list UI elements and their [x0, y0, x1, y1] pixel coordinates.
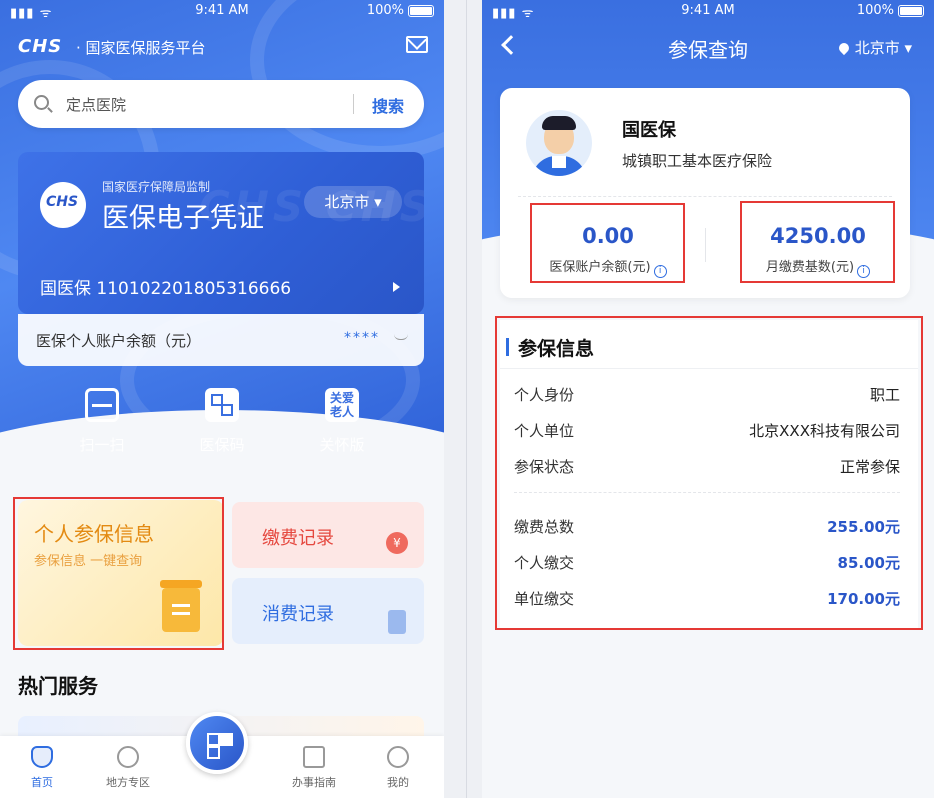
tab-label: 首页	[31, 776, 53, 789]
card-supervisor: 国家医疗保障局监制	[102, 180, 211, 194]
card-arrow-icon[interactable]	[393, 282, 400, 292]
location-selector[interactable]: 北京市 ▾	[836, 37, 912, 58]
location-icon	[117, 746, 139, 768]
account-balance-row: 医保个人账户余额（元） ****	[18, 314, 424, 366]
tab-guide[interactable]: 办事指南	[274, 746, 354, 790]
battery-percent: 100%	[366, 3, 404, 18]
qrcode-icon	[205, 388, 239, 422]
receipt-icon	[388, 610, 406, 634]
battery-percent: 100%	[856, 3, 894, 18]
highlight-box	[740, 201, 895, 283]
document-icon	[303, 746, 325, 768]
highlight-box	[13, 497, 224, 650]
payment-record-tile[interactable]: 缴费记录 ¥	[232, 502, 424, 568]
highlight-box	[530, 203, 685, 283]
tile-title: 缴费记录	[262, 528, 334, 549]
app-header: CHS · 国家医保服务平台	[18, 34, 428, 60]
insurance-query-screen: ▮▮▮ ᯤ 9:41 AM 100% 参保查询 北京市 ▾ 国医保 城镇职工基本…	[482, 0, 934, 798]
city-selector[interactable]: 北京市 ▾	[304, 186, 402, 218]
search-icon	[34, 95, 49, 110]
home-shield-icon	[31, 746, 53, 768]
insurance-type: 城镇职工基本医疗保险	[622, 152, 773, 170]
highlight-box	[495, 316, 923, 630]
platform-title: · 国家医保服务平台	[76, 39, 206, 57]
care-icon: 关爱 老人	[325, 388, 359, 422]
eye-closed-icon[interactable]	[394, 334, 408, 340]
balance-label: 医保个人账户余额（元）	[36, 332, 202, 350]
battery-indicator: 100%	[857, 3, 924, 18]
card-title: 医保电子凭证	[102, 203, 264, 234]
tab-mine[interactable]: 我的	[358, 746, 438, 790]
home-screen: ▮▮▮ ᯤ 9:41 AM 100% CHS · 国家医保服务平台 定点医院 搜…	[0, 0, 444, 798]
card-holder-id: 国医保 110102201805316666	[40, 279, 292, 299]
quick-action-care[interactable]: 关爱 老人 关怀版	[302, 388, 382, 455]
battery-indicator: 100%	[367, 3, 434, 18]
hot-services-heading: 热门服务	[18, 674, 98, 698]
search-input[interactable]: 定点医院	[66, 94, 126, 115]
quick-action-qrcode[interactable]: 医保码	[182, 388, 262, 455]
bottom-tab-bar: 首页 地方专区 办事指南 我的	[0, 712, 444, 798]
profile-name: 国医保	[622, 120, 676, 141]
quick-action-scan[interactable]: 扫一扫	[62, 388, 142, 455]
location-label: 北京市 ▾	[854, 39, 912, 57]
status-bar: ▮▮▮ ᯤ 9:41 AM 100%	[0, 0, 444, 22]
insurance-voucher-card[interactable]: CHS CHS CHS 国家医疗保障局监制 医保电子凭证 北京市 ▾ 国医保 1…	[18, 152, 424, 314]
badge-text: CHS	[46, 194, 79, 210]
chs-logo: CHS	[18, 36, 63, 57]
tab-home[interactable]: 首页	[2, 746, 82, 790]
quick-action-label: 扫一扫	[79, 436, 125, 454]
tab-local[interactable]: 地方专区	[88, 746, 168, 790]
stat-divider	[705, 228, 706, 262]
search-divider	[353, 94, 354, 114]
qrcode-fab-button[interactable]	[186, 712, 248, 774]
battery-icon	[898, 4, 924, 17]
profile-smile-icon	[387, 746, 409, 768]
mail-icon[interactable]	[406, 36, 428, 53]
search-button[interactable]: 搜索	[372, 93, 404, 117]
chs-badge-icon: CHS	[40, 182, 86, 228]
yuan-icon: ¥	[386, 532, 408, 554]
tile-title: 消费记录	[262, 604, 334, 625]
quick-action-label: 关怀版	[319, 436, 365, 454]
panel-divider	[466, 0, 467, 798]
nav-bar: 参保查询 北京市 ▾	[482, 34, 934, 62]
consumption-record-tile[interactable]: 消费记录	[232, 578, 424, 644]
balance-masked: ****	[344, 330, 380, 346]
tab-label: 办事指南	[292, 776, 336, 789]
location-pin-icon	[836, 40, 851, 56]
quick-action-label: 医保码	[199, 436, 245, 454]
scan-icon	[85, 388, 119, 422]
battery-icon	[408, 4, 434, 17]
avatar	[526, 110, 592, 176]
status-bar: ▮▮▮ ᯤ 9:41 AM 100%	[482, 0, 934, 22]
screenshot-frame: ▮▮▮ ᯤ 9:41 AM 100% CHS · 国家医保服务平台 定点医院 搜…	[0, 0, 934, 798]
search-bar[interactable]: 定点医院 搜索	[18, 80, 424, 128]
divider	[518, 196, 892, 197]
tab-label: 地方专区	[106, 776, 150, 789]
tab-label: 我的	[387, 776, 409, 789]
